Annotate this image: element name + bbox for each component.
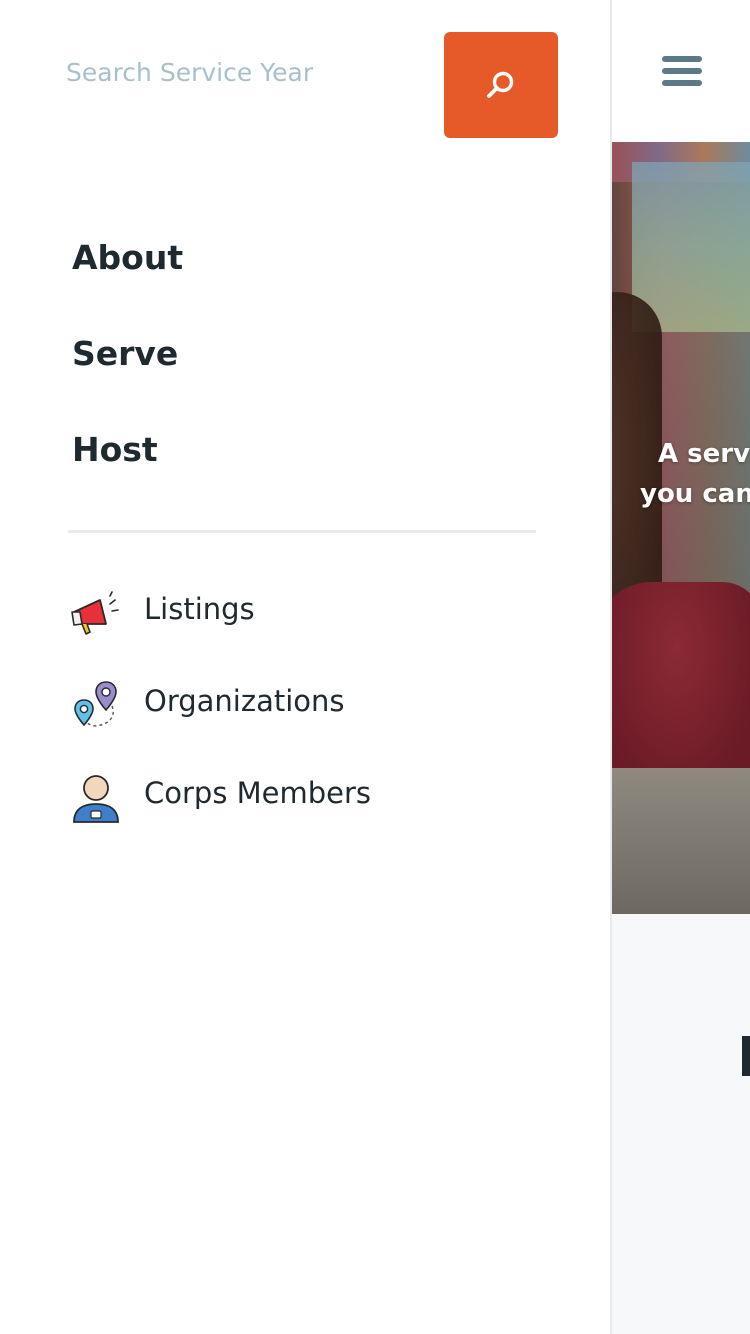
person-icon [70,772,122,824]
site-header [612,0,750,143]
nav-item-label: Organizations [144,684,345,718]
hamburger-menu-icon[interactable] [660,54,704,88]
secondary-nav: Listings Organizations Corps Members [70,584,540,860]
nav-item-serve[interactable]: Serve [72,324,532,420]
nav-item-listings[interactable]: Listings [70,584,540,676]
nav-item-corps-members[interactable]: Corps Members [70,768,540,860]
search-bar [50,32,558,138]
hamburger-bar [662,80,702,86]
megaphone-icon [70,588,122,640]
search-button[interactable] [444,32,558,138]
nav-divider [68,530,536,533]
hamburger-bar [662,68,702,74]
primary-nav: About Serve Host [72,228,532,516]
section-heading-fragment [742,1036,750,1076]
search-icon [487,71,514,98]
nav-item-about[interactable]: About [72,228,532,324]
hero-caption-line-2: you can [640,479,750,509]
hero-desk [612,768,750,914]
app-screen: A servi you can About Serve Host [0,0,750,1334]
search-input[interactable] [50,42,446,102]
nav-drawer: About Serve Host Listings [0,0,612,1334]
nav-item-organizations[interactable]: Organizations [70,676,540,768]
hero-caption-line-1: A servi [658,439,750,469]
main-page: A servi you can [612,0,750,1334]
hamburger-bar [662,56,702,62]
nav-item-label: Listings [144,592,255,626]
map-pins-icon [70,680,122,732]
nav-item-host[interactable]: Host [72,420,532,516]
nav-item-label: Corps Members [144,776,372,810]
hero-image: A servi you can [612,142,750,914]
